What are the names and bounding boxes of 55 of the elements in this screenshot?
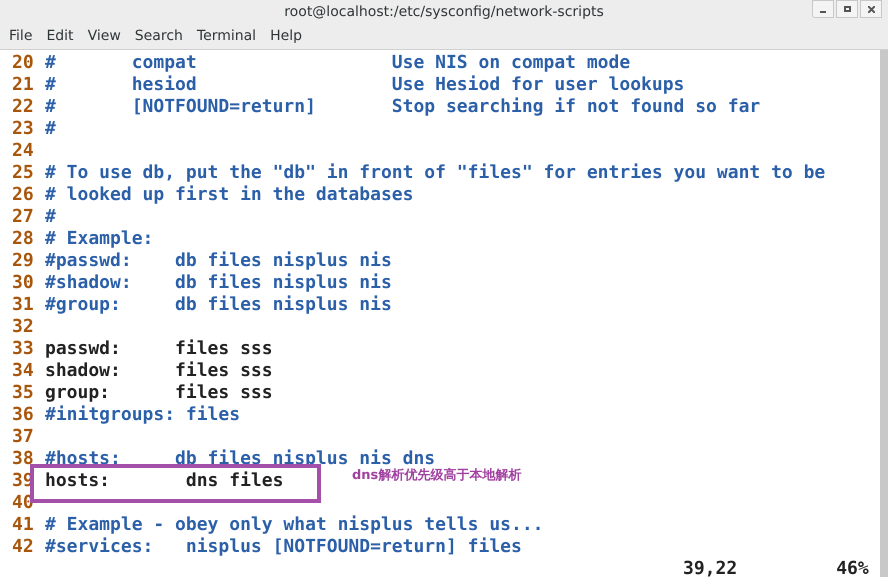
comment-line: # To use db, put the "db" in front of "files" for entries you want to be xyxy=(45,162,826,184)
line-number: 36 xyxy=(11,404,35,426)
line-number: 32 xyxy=(11,316,35,338)
line-number: 38 xyxy=(11,448,35,470)
code-line: group: files sss xyxy=(45,382,273,404)
line-number: 30 xyxy=(11,272,35,294)
line-number: 20 xyxy=(11,52,35,74)
line-number: 42 xyxy=(11,536,35,558)
line-number: 31 xyxy=(11,294,35,316)
menu-item[interactable]: View xyxy=(80,26,128,47)
comment-line: # Example - obey only what nisplus tells us... xyxy=(45,514,544,536)
comment-line: #hosts: db files nisplus nis dns xyxy=(45,448,436,469)
annotation-text: dns解析优先级高于本地解析 xyxy=(352,466,522,485)
code-line: shadow: files sss xyxy=(45,360,273,382)
menu-item[interactable]: Search xyxy=(128,26,190,47)
comment-line: #services: nisplus [NOTFOUND=return] files xyxy=(45,536,522,558)
comment-line: #shadow: db files nisplus nis xyxy=(45,272,392,294)
line-number: 35 xyxy=(11,382,35,404)
comment-line: # xyxy=(45,118,56,140)
menu-item[interactable]: Terminal xyxy=(190,26,264,47)
line-number: 27 xyxy=(11,206,35,228)
close-button[interactable] xyxy=(860,0,882,18)
comment-line: # hesiod Use Hesiod for user lookups xyxy=(45,74,684,96)
comment-line: #initgroups: files xyxy=(45,404,240,426)
maximize-button[interactable] xyxy=(836,0,858,18)
line-number: 37 xyxy=(11,426,35,448)
comment-line: # compat Use NIS on compat mode xyxy=(45,52,630,74)
line-number: 25 xyxy=(11,162,35,184)
comment-line: # xyxy=(45,206,56,228)
line-number: 26 xyxy=(11,184,35,206)
minimize-button[interactable] xyxy=(812,0,834,18)
close-icon xyxy=(868,6,874,12)
menu-item[interactable]: Help xyxy=(263,26,309,47)
window-title: root@localhost:/etc/sysconfig/network-scripts xyxy=(284,2,604,22)
menu-item[interactable]: File xyxy=(2,26,40,47)
comment-line: # [NOTFOUND=return] Stop searching if not found so far xyxy=(45,96,760,118)
code-line: hosts: dns files xyxy=(45,470,284,492)
line-number: 23 xyxy=(11,118,35,140)
scroll-percent: 46% xyxy=(836,558,869,577)
line-number: 28 xyxy=(11,228,35,250)
menu-item[interactable]: Edit xyxy=(39,26,81,47)
line-number: 21 xyxy=(11,74,35,96)
cursor-position: 39,22 xyxy=(683,558,738,577)
line-number: 41 xyxy=(11,514,35,536)
scrollbar[interactable] xyxy=(880,50,888,577)
line-number: 24 xyxy=(11,140,35,162)
comment-line: #passwd: db files nisplus nis xyxy=(45,250,392,272)
line-number: 34 xyxy=(11,360,35,382)
line-number: 29 xyxy=(11,250,35,272)
comment-line: # Example: xyxy=(45,228,154,250)
comment-line: # looked up first in the databases xyxy=(45,184,414,206)
comment-line: #group: db files nisplus nis xyxy=(45,294,392,316)
line-number: 33 xyxy=(11,338,35,360)
line-number: 22 xyxy=(11,96,35,118)
code-line: passwd: files sss xyxy=(45,338,273,360)
